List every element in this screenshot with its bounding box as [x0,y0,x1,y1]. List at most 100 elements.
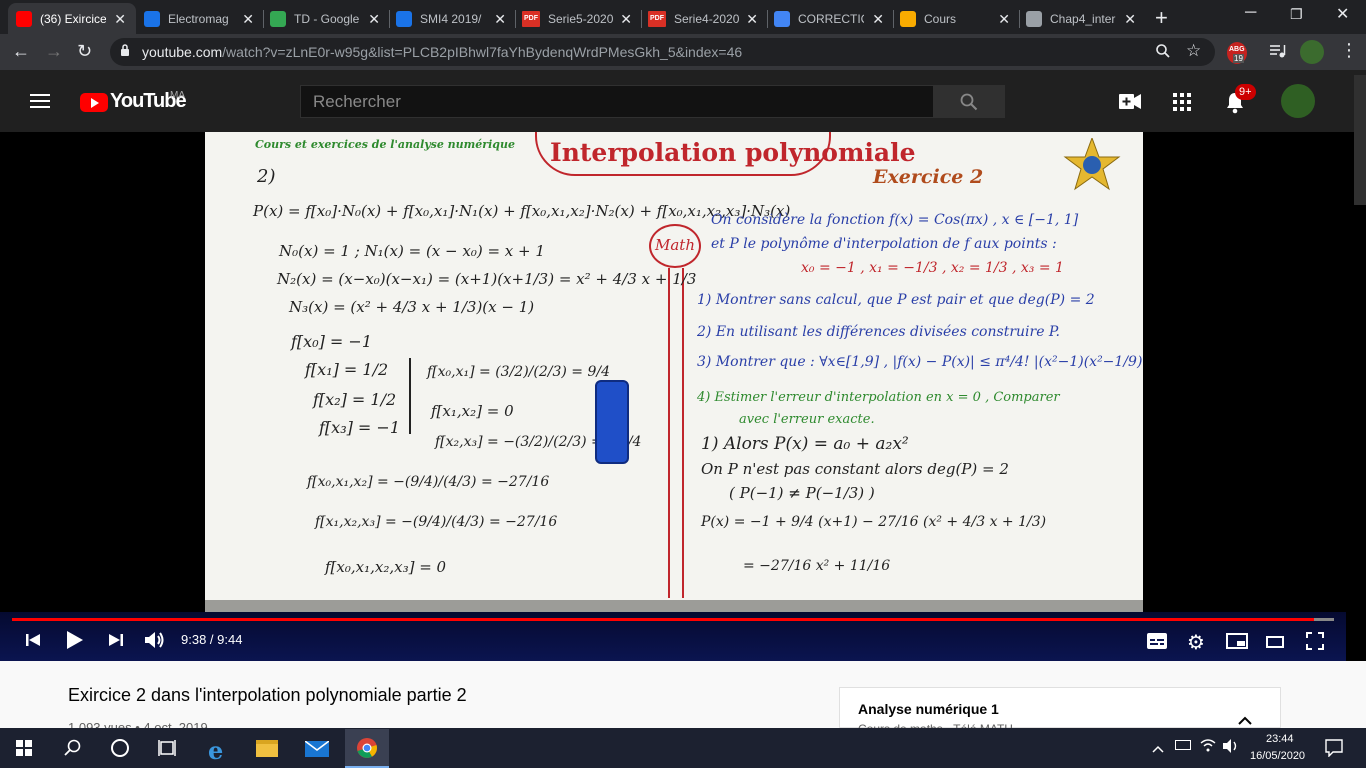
page-scrollbar[interactable] [1354,75,1366,205]
board-derivation-line: f[x₀,x₁,x₂] = −(9/4)/(4/3) = −27/16 [307,474,550,490]
board-course-header: Cours et exercices de l'analyse numériqu… [255,138,515,151]
play-icon[interactable] [66,630,84,655]
back-arrow-icon[interactable]: ← [12,41,30,62]
board-question: 2) En utilisant les différences divisées… [697,324,1060,340]
next-video-icon[interactable] [108,632,124,653]
close-tab-icon[interactable]: ✕ [872,11,884,28]
board-divider-left [668,268,670,598]
player-time: 9:38 / 9:44 [181,632,243,647]
url-text[interactable]: youtube.com/watch?v=zLnE0r-w95g&list=PLC… [142,44,742,60]
reload-icon[interactable]: ↻ [77,41,92,62]
browser-tab[interactable]: Cours ✕ [892,3,1020,34]
apps-grid-icon[interactable] [1173,93,1191,116]
board-statement-line: x₀ = −1 , x₁ = −1/3 , x₂ = 1/3 , x₃ = 1 [801,260,1064,276]
country-code: MA [170,90,185,101]
whiteboard-tray [205,600,1143,612]
google-drive-icon [270,10,286,27]
settings-gear-icon[interactable]: ⚙ [1187,630,1205,655]
theater-mode-icon[interactable] [1266,635,1284,653]
profile-avatar[interactable] [1300,40,1324,64]
browser-tab-title: Serie4-2020 [674,11,740,26]
windows-start-icon[interactable] [16,740,32,761]
media-control-icon[interactable] [1269,43,1287,64]
board-derivation-line: N₃(x) = (x² + 4/3 x + 1/3)(x − 1) [289,298,535,316]
globe-icon [1026,10,1042,27]
pdf-icon: PDF [648,10,666,27]
zoom-icon[interactable] [1155,43,1171,64]
chrome-menu-icon[interactable]: ⋮ [1340,40,1358,61]
board-table-line [409,358,411,434]
close-tab-icon[interactable]: ✕ [494,11,506,28]
new-tab-button[interactable]: + [1155,5,1168,31]
close-tab-icon[interactable]: ✕ [746,11,758,28]
wifi-icon[interactable] [1200,738,1216,757]
board-math-label: Math [655,236,695,254]
bookmark-star-icon[interactable]: ☆ [1186,41,1201,61]
clock-time[interactable]: 23:44 [1266,733,1294,745]
miniplayer-icon[interactable] [1226,633,1248,654]
browser-tab[interactable]: SMI4 2019/ ✕ [388,3,516,34]
clock-date[interactable]: 16/05/2020 [1250,750,1305,762]
close-tab-icon[interactable]: ✕ [1124,11,1136,28]
account-avatar[interactable] [1281,84,1315,118]
playlist-title[interactable]: Analyse numérique 1 [858,701,999,717]
search-button[interactable] [933,85,1005,118]
browser-tab[interactable]: PDF Serie5-2020 ✕ [514,3,642,34]
channel-star-logo [1063,136,1121,192]
show-hidden-icons-icon[interactable] [1152,740,1164,758]
board-question: 3) Montrer que : ∀x∈[1,9] , |f(x) − P(x)… [697,354,1143,370]
create-video-icon[interactable] [1119,94,1141,114]
fullscreen-icon[interactable] [1306,632,1324,655]
browser-tab-title: SMI4 2019/ [420,11,482,26]
battery-icon[interactable] [1175,740,1191,750]
browser-tab[interactable]: Chap4_inter ✕ [1018,3,1146,34]
speaker-icon[interactable] [1222,738,1240,759]
browser-tab[interactable]: CORRECTIC ✕ [766,3,894,34]
file-explorer-icon[interactable] [256,740,278,757]
subtitles-icon[interactable] [1147,633,1167,654]
whiteboard-frame: Cours et exercices de l'analyse numériqu… [205,132,1143,612]
close-tab-icon[interactable]: ✕ [368,11,380,28]
volume-icon[interactable] [144,630,166,655]
browser-tab[interactable]: PDF Serie4-2020 ✕ [640,3,768,34]
browser-tab-title: Cours [924,11,957,26]
previous-video-icon[interactable] [25,632,41,653]
cortana-icon[interactable] [111,739,129,757]
task-view-icon[interactable] [158,739,176,762]
maximize-button[interactable]: ❐ [1290,6,1303,23]
board-derivation-line: f[x₁,x₂] = 0 [431,402,514,420]
browser-tab-title: CORRECTIC [798,11,864,26]
board-derivation-line: f[x₃] = −1 [319,418,401,437]
close-window-button[interactable]: ✕ [1336,4,1349,24]
extension-abp-icon[interactable]: ABG 19 [1227,42,1247,64]
mail-icon[interactable] [304,740,330,757]
close-tab-icon[interactable]: ✕ [620,11,632,28]
browser-tab[interactable]: TD - Google ✕ [262,3,390,34]
board-derivation-line: f[x₂] = 1/2 [313,390,397,409]
search-input[interactable]: Rechercher [300,85,934,118]
board-derivation-line: f[x₁] = 1/2 [305,360,389,379]
hamburger-menu-icon[interactable] [30,94,50,113]
close-tab-icon[interactable]: ✕ [242,11,254,28]
edge-browser-icon[interactable]: e [208,736,223,765]
browser-tab[interactable]: (36) Exircice ✕ [8,3,136,34]
minimize-button[interactable]: ─ [1245,4,1256,22]
notification-center-icon[interactable] [1325,739,1343,762]
board-answer-line: ( P(−1) ≠ P(−1/3) ) [729,484,875,502]
classroom-icon [144,10,160,27]
board-derivation-line: f[x₀] = −1 [291,332,373,351]
pdf-icon: PDF [522,10,540,27]
video-meta: 1 093 vues • 4 oct. 2019 [68,720,208,728]
youtube-logo-icon[interactable] [80,93,108,112]
board-statement-line: et P le polynôme d'interpolation de f au… [711,236,1057,252]
forward-arrow-icon[interactable]: → [45,41,63,62]
lock-icon[interactable] [120,43,130,57]
chrome-taskbar-button[interactable] [345,729,389,768]
browser-tab[interactable]: Electromag ✕ [136,3,264,34]
close-tab-icon[interactable]: ✕ [114,11,126,28]
search-icon[interactable] [64,739,82,762]
url-host: youtube.com [142,44,223,60]
url-path: /watch?v=zLnE0r-w95g&list=PLCB2pIBhwl7fa… [222,44,743,60]
notification-count-badge: 9+ [1235,84,1256,100]
close-tab-icon[interactable]: ✕ [998,11,1010,28]
